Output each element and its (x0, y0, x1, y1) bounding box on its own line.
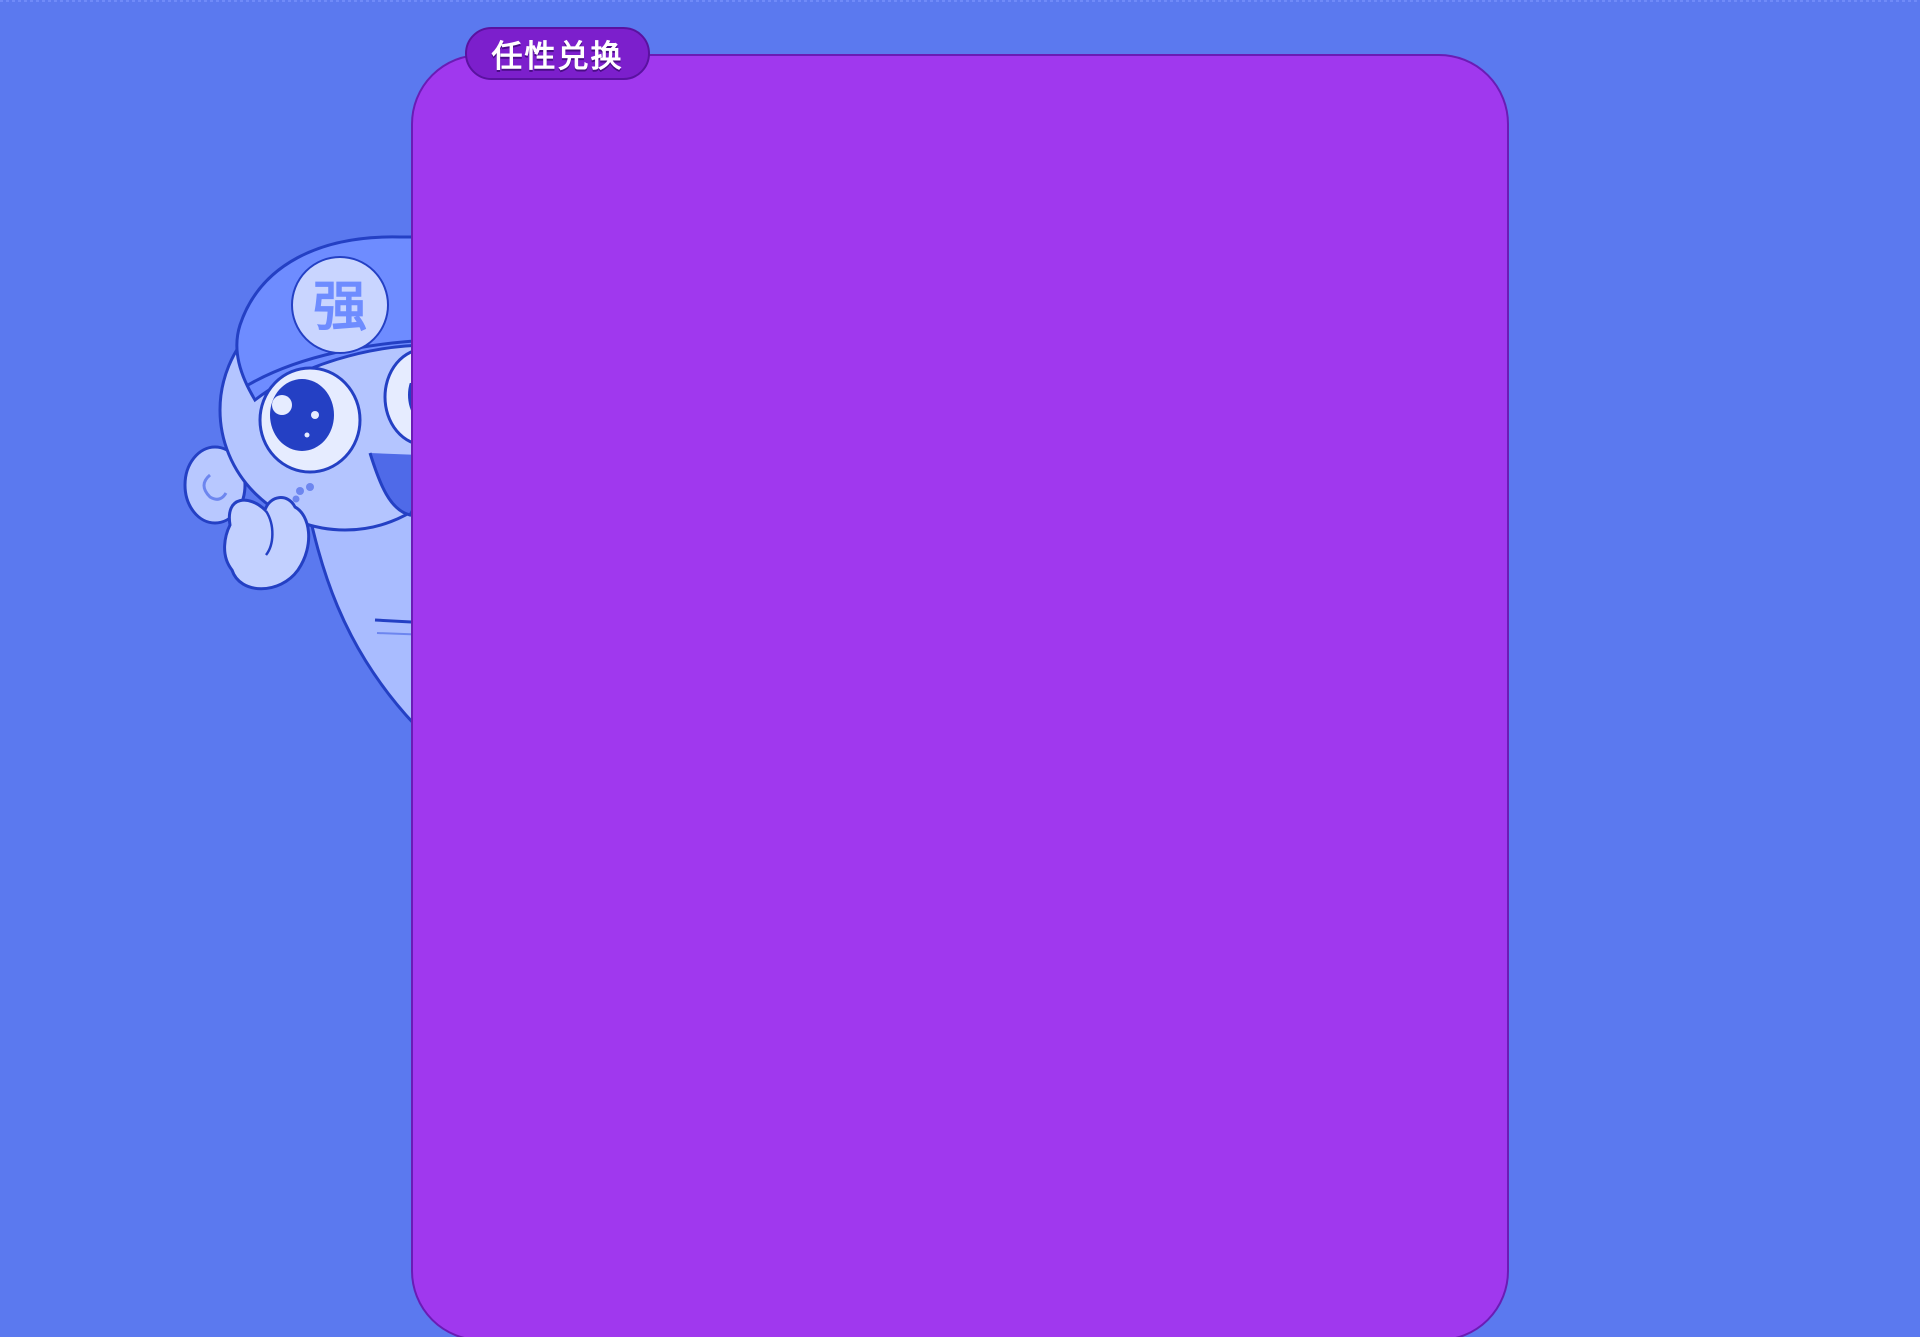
panel-title-tag: 任性兑换 (465, 27, 650, 80)
mascot-illustration: 强 (170, 225, 430, 745)
page: 强 任性兑换 (0, 0, 1920, 1337)
mascot-icon: 强 (183, 235, 430, 727)
top-dotted-border (0, 0, 1920, 2)
cap-emblem-glyph: 强 (313, 275, 367, 338)
exchange-panel (411, 54, 1509, 1337)
